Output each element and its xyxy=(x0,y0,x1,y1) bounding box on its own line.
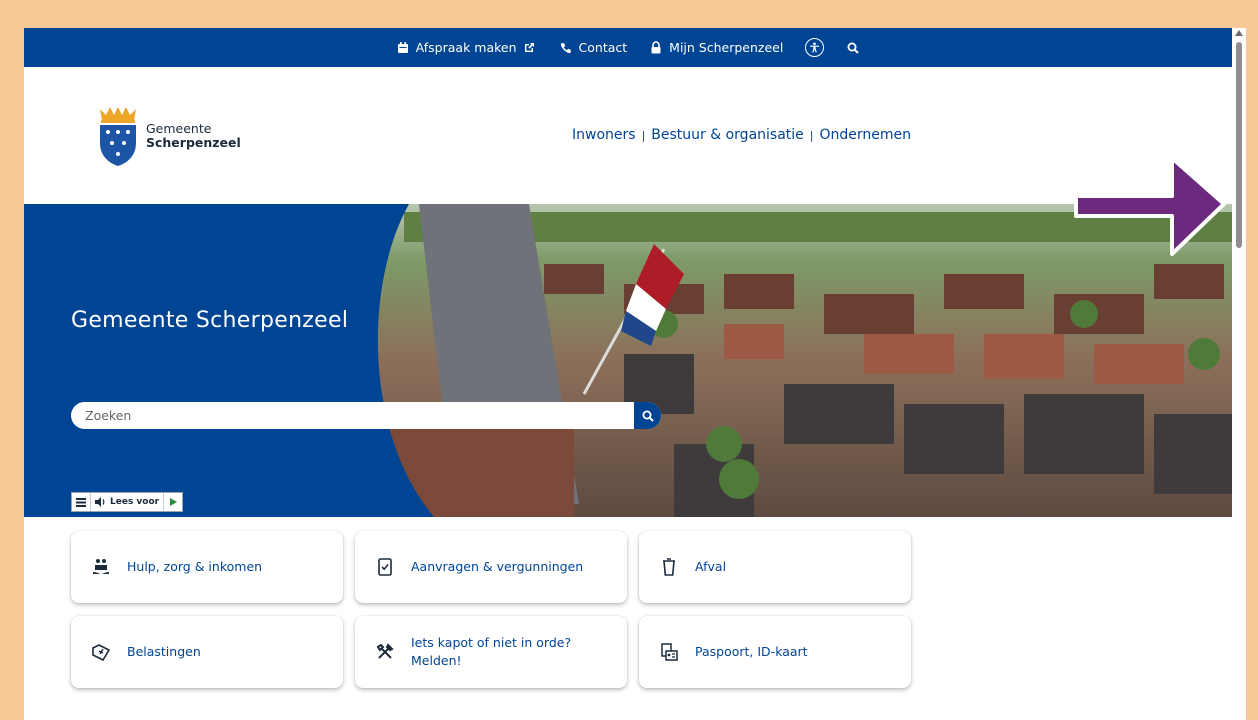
accessibility-button[interactable] xyxy=(805,38,825,57)
document-check-icon xyxy=(375,557,395,577)
speaker-icon xyxy=(95,497,105,507)
hero-title: Gemeente Scherpenzeel xyxy=(71,308,349,333)
tile-applications-permits[interactable]: Aanvragen & vergunningen xyxy=(355,531,627,603)
nav-governance[interactable]: Bestuur & organisatie xyxy=(651,127,804,143)
readspeaker-menu-button[interactable] xyxy=(72,493,91,511)
tile-label: Iets kapot of niet in orde? Melden! xyxy=(411,635,572,668)
contact-label: Contact xyxy=(578,40,628,55)
logo-wordmark: Gemeente Scherpenzeel xyxy=(146,122,241,150)
nav-residents[interactable]: Inwoners xyxy=(572,127,636,143)
waste-bin-icon xyxy=(659,557,679,577)
readspeaker-listen-button[interactable]: Lees voor xyxy=(91,493,165,511)
lock-icon xyxy=(649,41,663,55)
appointment-label: Afspraak maken xyxy=(415,40,517,55)
webpage: Afspraak maken Contact Mijn Scherpenzeel xyxy=(24,28,1232,720)
tile-label: Aanvragen & vergunningen xyxy=(411,559,584,574)
coat-of-arms-icon xyxy=(100,107,136,166)
tile-label: Paspoort, ID-kaart xyxy=(695,644,808,659)
tools-icon xyxy=(375,642,395,662)
calendar-icon xyxy=(396,41,410,55)
nav-separator: | xyxy=(809,128,814,142)
page-scrollbar[interactable] xyxy=(1232,28,1246,720)
id-card-icon xyxy=(659,642,679,662)
logo-line-2: Scherpenzeel xyxy=(146,135,241,150)
scroll-up-arrow-icon[interactable] xyxy=(1235,30,1243,36)
search-input[interactable] xyxy=(83,407,627,424)
tile-taxes[interactable]: Belastingen xyxy=(71,616,343,688)
tile-label: Belastingen xyxy=(127,644,201,659)
tile-care-income[interactable]: Hulp, zorg & inkomen xyxy=(71,531,343,603)
external-link-icon xyxy=(523,41,537,55)
search-icon xyxy=(642,410,654,422)
tile-label: Afval xyxy=(695,559,727,574)
hero-aerial-photo xyxy=(24,204,1232,517)
my-account-link[interactable]: Mijn Scherpenzeel xyxy=(649,40,783,55)
my-account-label: Mijn Scherpenzeel xyxy=(669,40,784,55)
readspeaker-label: Lees voor xyxy=(110,497,160,507)
site-header: Gemeente Scherpenzeel Inwoners | Bestuur… xyxy=(24,67,1232,204)
nav-business[interactable]: Ondernemen xyxy=(820,127,912,143)
municipality-logo[interactable]: Gemeente Scherpenzeel xyxy=(96,105,241,167)
tile-label: Hulp, zorg & inkomen xyxy=(127,559,263,574)
tile-passport-id[interactable]: Paspoort, ID-kaart xyxy=(639,616,911,688)
top-utility-bar: Afspraak maken Contact Mijn Scherpenzeel xyxy=(24,28,1232,67)
contact-link[interactable]: Contact xyxy=(559,40,628,55)
annotation-arrow-icon xyxy=(1074,158,1226,256)
hero-search-box xyxy=(71,402,661,429)
logo-line-1: Gemeente xyxy=(146,121,212,136)
phone-icon xyxy=(559,41,573,55)
readspeaker-toolbar: Lees voor xyxy=(71,492,184,512)
tile-report-issue[interactable]: Iets kapot of niet in orde? Melden! xyxy=(355,616,627,688)
search-icon xyxy=(846,41,860,55)
appointment-link[interactable]: Afspraak maken xyxy=(396,40,537,55)
tile-waste[interactable]: Afval xyxy=(639,531,911,603)
hero-banner: Gemeente Scherpenzeel Lees voor xyxy=(24,204,1232,517)
readspeaker-play-button[interactable] xyxy=(164,493,182,511)
play-icon xyxy=(170,498,178,506)
nav-separator: | xyxy=(641,128,646,142)
search-button[interactable] xyxy=(846,41,860,55)
search-submit-button[interactable] xyxy=(634,402,661,429)
care-hands-icon xyxy=(91,557,111,577)
main-navigation: Inwoners | Bestuur & organisatie | Onder… xyxy=(572,127,911,143)
accessibility-icon xyxy=(805,38,825,57)
menu-icon xyxy=(76,497,86,507)
tax-tag-icon xyxy=(91,642,111,662)
scrollbar-thumb[interactable] xyxy=(1236,42,1242,248)
